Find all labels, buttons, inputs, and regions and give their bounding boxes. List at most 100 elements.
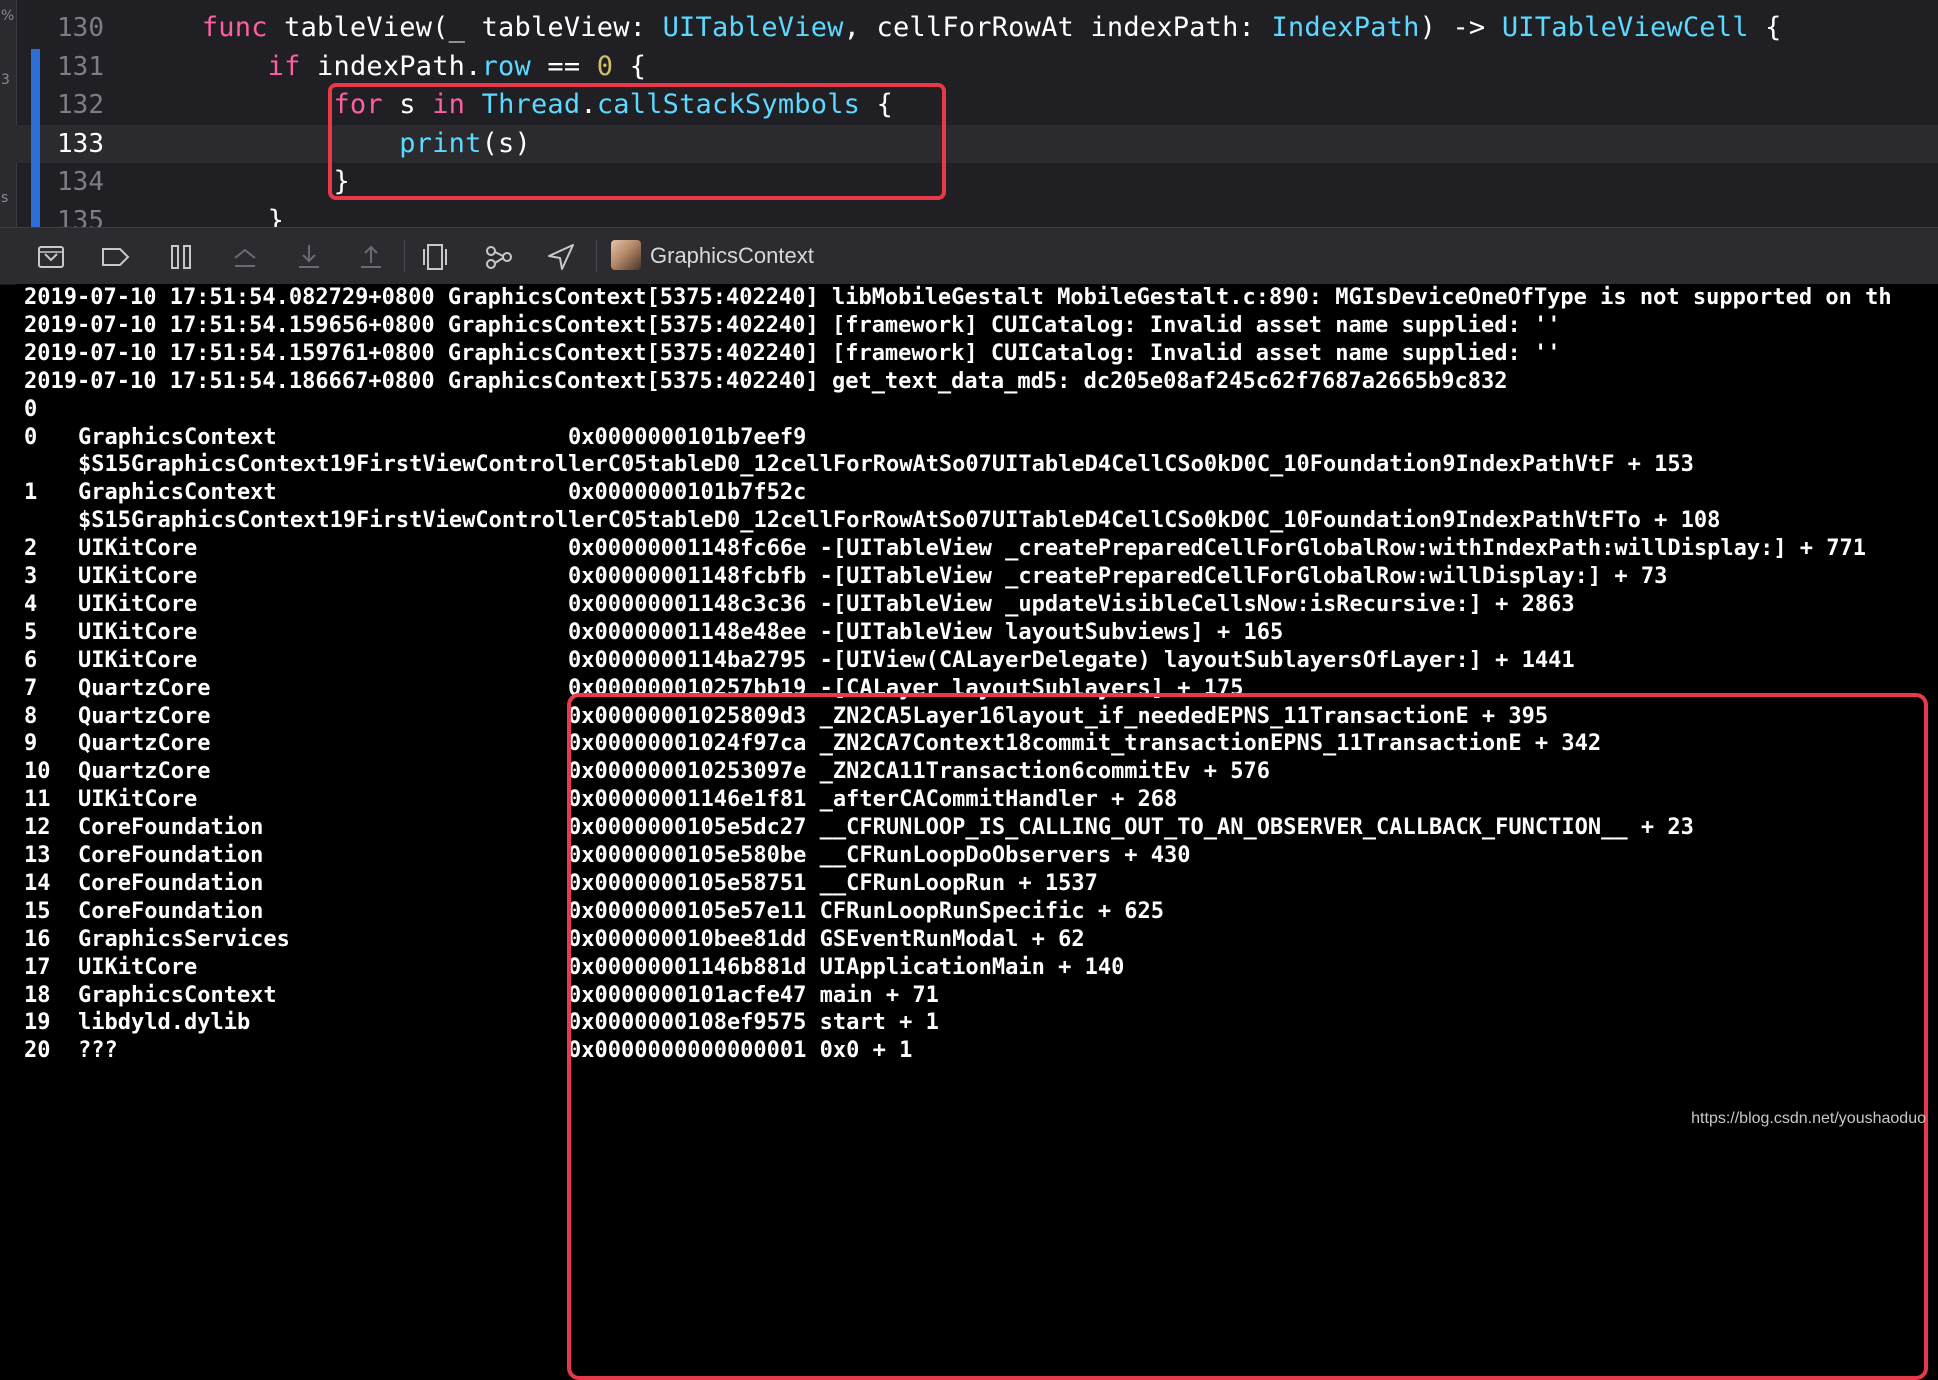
pause-icon[interactable] [166, 242, 196, 272]
frame-library: GraphicsContext [78, 982, 277, 1008]
frame-library: UIKitCore [78, 954, 198, 980]
frame-index: 15 [24, 898, 51, 924]
frame-library: QuartzCore [78, 703, 211, 729]
frame-library: CoreFoundation [78, 843, 264, 868]
frame-address-symbol: 0x00000001148fcbfb -[UITableView _create… [568, 563, 1667, 591]
toolbar-separator [404, 240, 405, 272]
code-token: indexPath. [300, 50, 482, 82]
code-highlight-box [328, 83, 946, 200]
code-line[interactable]: 130 func tableView(_ tableView: UITableV… [0, 9, 1938, 47]
code-token: } [136, 166, 350, 198]
frame-symbol: -[UITableView layoutSubviews] + 165 [819, 619, 1284, 645]
code-token: ) -> [1419, 12, 1502, 43]
code-line[interactable]: 135 } [0, 202, 1938, 227]
current-code-line[interactable]: 133 print(s) [0, 124, 1938, 163]
frame-symbol-line: $S15GraphicsContext19FirstViewController… [78, 508, 1721, 534]
stack-frame-row: 6 UIKitCore 0x0000000114ba2795 -[UIView(CA… [24, 647, 1924, 675]
frame-library: UIKitCore [78, 591, 198, 617]
console-log-line: 2019-07-10 17:51:54.186667+0800 Graphics… [24, 368, 1508, 394]
line-number[interactable]: 131 [4, 48, 104, 86]
step-over-icon[interactable] [230, 242, 260, 272]
location-icon[interactable] [546, 242, 576, 272]
console-log-line: 0 [24, 396, 38, 422]
frame-address: 0x0000000114ba2795 [568, 647, 807, 673]
frame-address-symbol: 0x00000001148e48ee -[UITableView layoutS… [568, 619, 1283, 647]
frame-symbol-line: $S15GraphicsContext19FirstViewController… [78, 452, 1694, 478]
frame-address-symbol: 0x00000001148fc66e -[UITableView _create… [568, 535, 1866, 563]
frame-index: 2 [24, 536, 38, 562]
code-token: 0 [596, 50, 614, 82]
frame-index: 8 [24, 703, 38, 729]
watermark: https://blog.csdn.net/youshaoduo [1691, 1110, 1926, 1127]
frame-library: UIKitCore [78, 787, 198, 813]
frame-index: 11 [24, 787, 51, 813]
step-out-icon[interactable] [356, 242, 386, 272]
line-number[interactable]: 130 [4, 9, 104, 47]
code-text: } [136, 202, 284, 227]
frame-address: 0x00000001148fcbfb [568, 564, 807, 589]
line-number: 127 [4, 0, 104, 9]
frame-index: 9 [24, 731, 38, 757]
frame-library: CoreFoundation [78, 898, 264, 924]
frame-library: UIKitCore [78, 647, 198, 673]
console-log-line: 2019-07-10 17:51:54.159656+0800 Graphics… [24, 312, 1561, 338]
frame-library: UIKitCore [78, 619, 198, 645]
memory-graph-icon[interactable] [484, 242, 514, 272]
change-gutter-marker[interactable] [31, 49, 40, 227]
debug-toolbar: GraphicsContext [0, 227, 1938, 285]
frame-index: 18 [24, 982, 51, 1008]
frame-index: 20 [24, 1038, 51, 1064]
frame-address: 0x00000001148fc66e [568, 536, 807, 562]
debug-console[interactable]: 2019-07-10 17:51:54.082729+0800 Graphics… [16, 284, 1938, 1380]
code-token: UITableViewCell [1501, 12, 1749, 43]
frame-index: 0 [24, 424, 38, 450]
view-hierarchy-icon[interactable] [420, 242, 450, 272]
frame-library: UIKitCore [78, 564, 198, 589]
frame-index: 14 [24, 870, 51, 896]
step-into-icon[interactable] [294, 242, 324, 272]
breakpoints-toggle-icon[interactable] [100, 242, 130, 272]
process-name[interactable]: GraphicsContext [650, 242, 814, 270]
code-token: } [136, 205, 285, 227]
frame-library: GraphicsContext [78, 424, 277, 450]
frame-library: libdyld.dylib [78, 1010, 251, 1036]
code-token: tableView(_ tableView: [267, 12, 663, 43]
console-log-line: 2019-07-10 17:51:54.159761+0800 Graphics… [24, 340, 1561, 366]
code-token: IndexPath [1271, 12, 1420, 43]
code-token: { [1748, 12, 1782, 43]
frame-index: 12 [24, 815, 51, 841]
frame-index: 16 [24, 926, 51, 952]
stack-frame-row: 5 UIKitCore 0x00000001148e48ee -[UITableVi… [24, 619, 1924, 647]
console-log-line: 2019-07-10 17:51:54.082729+0800 Graphics… [24, 285, 1892, 310]
code-line[interactable]: 134 } [0, 163, 1938, 201]
code-line[interactable]: 131 if indexPath.row == 0 { [0, 48, 1938, 86]
frame-symbol: -[UITableView _createPreparedCellForGlob… [819, 564, 1668, 589]
frame-library: UIKitCore [78, 536, 198, 562]
frame-library: QuartzCore [78, 731, 211, 757]
frame-address: 0x00000001148c3c36 [568, 591, 807, 617]
source-editor[interactable]: %3ss 127130 func tableView(_ tableView: … [0, 0, 1938, 227]
line-number[interactable]: 134 [4, 163, 104, 201]
frame-index: 19 [24, 1010, 51, 1036]
code-token: row [481, 50, 531, 82]
line-number[interactable]: 133 [4, 125, 104, 163]
frame-address-symbol: 0x0000000114ba2795 -[UIView(CALayerDeleg… [568, 647, 1575, 675]
line-number[interactable]: 132 [4, 86, 104, 124]
toolbar-separator [596, 240, 597, 272]
frame-index: 1 [24, 480, 38, 506]
frames-highlight-box [567, 693, 1928, 1380]
frame-symbol: -[UITableView _createPreparedCellForGlob… [819, 536, 1867, 562]
code-token: UITableView [662, 12, 844, 43]
hide-debug-area-icon[interactable] [36, 242, 66, 272]
code-line: 127 [0, 0, 1938, 9]
frame-address-symbol: 0x00000001148c3c36 -[UITableView _update… [568, 591, 1575, 619]
frame-index: 7 [24, 675, 38, 701]
stack-frame-row: 4 UIKitCore 0x00000001148c3c36 -[UITableVi… [24, 591, 1924, 619]
process-avatar [611, 240, 641, 270]
code-token: func [201, 12, 268, 43]
code-text: } [136, 163, 350, 201]
line-number[interactable]: 135 [4, 202, 104, 227]
code-line[interactable]: 132 for s in Thread.callStackSymbols { [0, 86, 1938, 124]
